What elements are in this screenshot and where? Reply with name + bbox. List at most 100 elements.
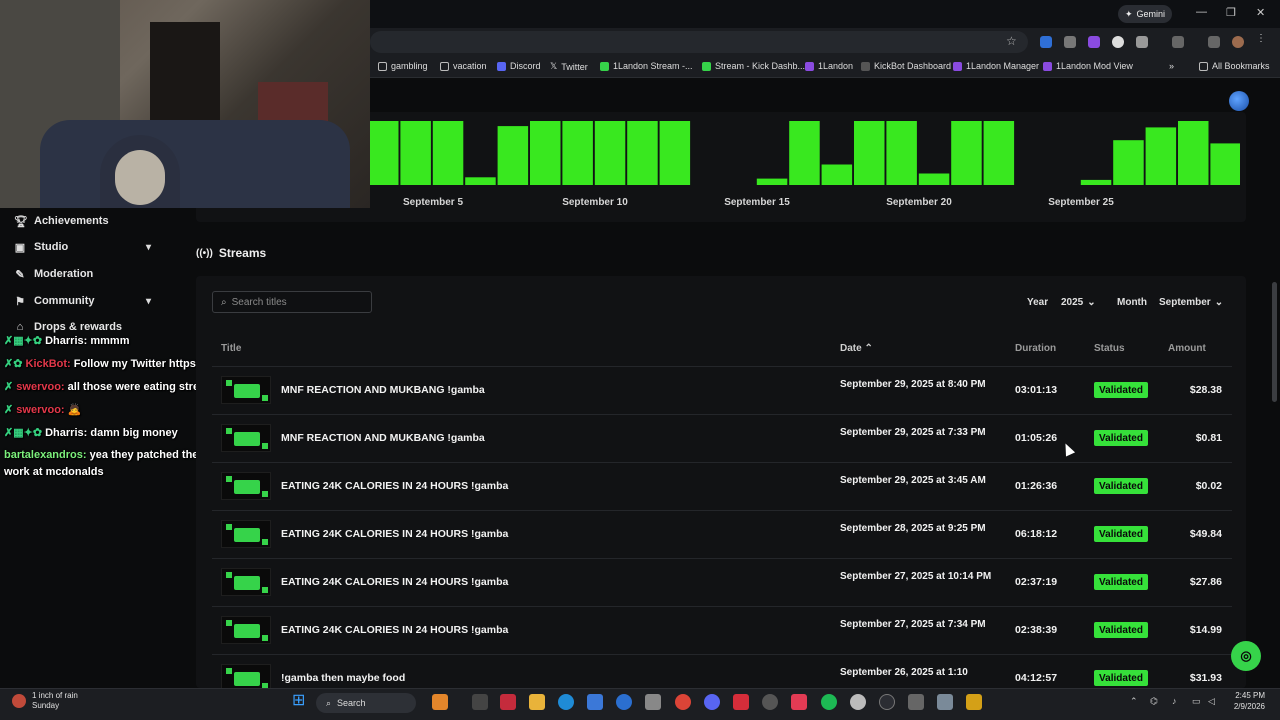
tray-overflow-icon[interactable]: ⌃	[1130, 696, 1138, 707]
extension-icon[interactable]	[1208, 36, 1220, 48]
extension-icon[interactable]	[1040, 36, 1052, 48]
column-header-duration[interactable]: Duration	[1015, 343, 1056, 354]
scrollbar[interactable]	[1272, 282, 1277, 402]
chart-bar-sep-2[interactable]	[400, 121, 431, 185]
search-titles-input[interactable]	[231, 296, 362, 308]
help-chat-button[interactable]: ◎	[1231, 641, 1261, 671]
bookmark-twitter[interactable]: 𝕏 Twitter	[550, 61, 588, 72]
stream-thumbnail[interactable]	[221, 568, 271, 596]
taskbar-app-icon[interactable]	[762, 694, 778, 710]
stream-thumbnail[interactable]	[221, 424, 271, 452]
chrome-icon[interactable]	[675, 694, 691, 710]
bookmark-kickbot-dashboard[interactable]: KickBot Dashboard	[861, 61, 951, 71]
windows-start-icon[interactable]: ⊞	[292, 693, 308, 710]
chart-bar-sep-15[interactable]	[821, 164, 853, 186]
file-explorer-icon[interactable]	[529, 694, 545, 710]
stream-thumbnail[interactable]	[221, 520, 271, 548]
chart-bar-sep-6[interactable]	[530, 121, 561, 185]
bookmark-1landon-manager[interactable]: 1Landon Manager	[953, 61, 1039, 71]
column-header-amount[interactable]: Amount	[1168, 343, 1206, 354]
chart-bar-sep-9[interactable]	[627, 121, 658, 185]
chart-bar-sep-26[interactable]	[1178, 121, 1209, 185]
store-icon[interactable]	[587, 694, 603, 710]
chart-bar-sep-24[interactable]	[1113, 140, 1144, 185]
sidebar-item-achievements[interactable]: 🏆︎ Achievements	[0, 208, 196, 234]
chart-bar-sep-14[interactable]	[789, 121, 820, 185]
chart-bar-sep-27[interactable]	[1210, 143, 1240, 185]
bookmark-star-icon[interactable]: ☆	[1006, 34, 1017, 48]
bookmark-vacation[interactable]: vacation	[440, 61, 487, 71]
extension-icon[interactable]	[1088, 36, 1100, 48]
chart-bar-sep-13[interactable]	[756, 178, 788, 185]
stream-title[interactable]: !gamba then maybe food	[281, 672, 405, 684]
year-select[interactable]: 2025 ⌄	[1061, 297, 1096, 308]
settings-icon[interactable]	[645, 694, 661, 710]
extension-icon[interactable]	[1112, 36, 1124, 48]
taskbar-app-icon[interactable]	[791, 694, 807, 710]
taskbar-app-icon[interactable]	[472, 694, 488, 710]
address-bar[interactable]	[370, 31, 1028, 53]
bookmark-1landon[interactable]: 1Landon	[805, 61, 853, 71]
chart-bar-sep-17[interactable]	[886, 121, 917, 185]
search-titles-box[interactable]: ⌕	[212, 291, 372, 313]
maximize-icon[interactable]: ❐	[1226, 6, 1236, 19]
column-header-title[interactable]: Title	[221, 343, 241, 354]
chart-bar-sep-5[interactable]	[497, 126, 529, 185]
sidebar-item-community[interactable]: ⚑ Community ▾	[0, 288, 196, 314]
stream-title[interactable]: MNF REACTION AND MUKBANG !gamba	[281, 384, 485, 396]
taskbar-search[interactable]: ⌕ Search	[316, 693, 416, 713]
edge-icon[interactable]	[558, 694, 574, 710]
weather-widget[interactable]: 1 inch of rain Sunday	[12, 691, 78, 711]
sidebar-item-studio[interactable]: ▣ Studio ▾	[0, 234, 196, 260]
column-header-date[interactable]: Date ⌃	[840, 343, 873, 354]
minimize-icon[interactable]: —	[1196, 6, 1207, 18]
stream-thumbnail[interactable]	[221, 472, 271, 500]
month-select[interactable]: September ⌄	[1159, 297, 1223, 308]
chart-bar-sep-20[interactable]	[983, 121, 1015, 185]
chart-bar-sep-18[interactable]	[918, 173, 950, 186]
bookmark-1landon-stream[interactable]: 1Landon Stream -...	[600, 61, 693, 71]
chart-bar-sep-10[interactable]	[659, 121, 691, 185]
taskbar-app-icon[interactable]	[432, 694, 448, 710]
user-avatar[interactable]	[1229, 91, 1249, 111]
taskbar-app-icon[interactable]	[908, 694, 924, 710]
microphone-icon[interactable]: ♪	[1172, 696, 1177, 706]
chart-bar-sep-23[interactable]	[1080, 179, 1112, 185]
chart-bar-sep-16[interactable]	[854, 121, 885, 185]
chart-bar-sep-8[interactable]	[594, 121, 626, 185]
profile-avatar[interactable]	[1232, 36, 1244, 48]
bookmark-discord[interactable]: Discord	[497, 61, 541, 71]
stream-title[interactable]: MNF REACTION AND MUKBANG !gamba	[281, 432, 485, 444]
chart-bar-sep-19[interactable]	[951, 121, 982, 185]
taskbar-app-icon[interactable]	[937, 694, 953, 710]
taskbar-app-icon[interactable]	[616, 694, 632, 710]
taskbar-app-icon[interactable]	[733, 694, 749, 710]
bookmarks-overflow-icon[interactable]: »	[1169, 61, 1174, 71]
taskbar-app-icon[interactable]	[500, 694, 516, 710]
bookmark-1landon-mod-view[interactable]: 1Landon Mod View	[1043, 61, 1133, 71]
stream-thumbnail[interactable]	[221, 376, 271, 404]
extension-icon[interactable]	[1064, 36, 1076, 48]
taskbar-clock[interactable]: 2:45 PM 2/9/2026	[1221, 690, 1265, 712]
chart-bar-sep-3[interactable]	[432, 121, 464, 185]
stream-title[interactable]: EATING 24K CALORIES IN 24 HOURS !gamba	[281, 624, 508, 636]
taskbar-app-icon[interactable]	[966, 694, 982, 710]
discord-icon[interactable]	[704, 694, 720, 710]
stream-title[interactable]: EATING 24K CALORIES IN 24 HOURS !gamba	[281, 528, 508, 540]
stream-title[interactable]: EATING 24K CALORIES IN 24 HOURS !gamba	[281, 480, 508, 492]
bookmark-kick-dashboard[interactable]: Stream - Kick Dashb...	[702, 61, 805, 71]
obs-icon[interactable]	[850, 694, 866, 710]
chart-bar-sep-4[interactable]	[465, 177, 496, 185]
chart-bar-sep-25[interactable]	[1145, 127, 1177, 185]
stream-thumbnail[interactable]	[221, 616, 271, 644]
stream-title[interactable]: EATING 24K CALORIES IN 24 HOURS !gamba	[281, 576, 508, 588]
bookmark-gambling[interactable]: gambling	[378, 61, 428, 71]
extension-icon[interactable]	[1172, 36, 1184, 48]
more-menu-icon[interactable]: ⋮	[1256, 33, 1268, 45]
taskbar-app-icon[interactable]	[879, 694, 895, 710]
chart-bar-sep-7[interactable]	[562, 121, 593, 185]
display-icon[interactable]: ▭	[1192, 696, 1201, 707]
all-bookmarks[interactable]: All Bookmarks	[1199, 61, 1270, 71]
volume-icon[interactable]: ◁	[1208, 696, 1215, 707]
spotify-icon[interactable]	[821, 694, 837, 710]
